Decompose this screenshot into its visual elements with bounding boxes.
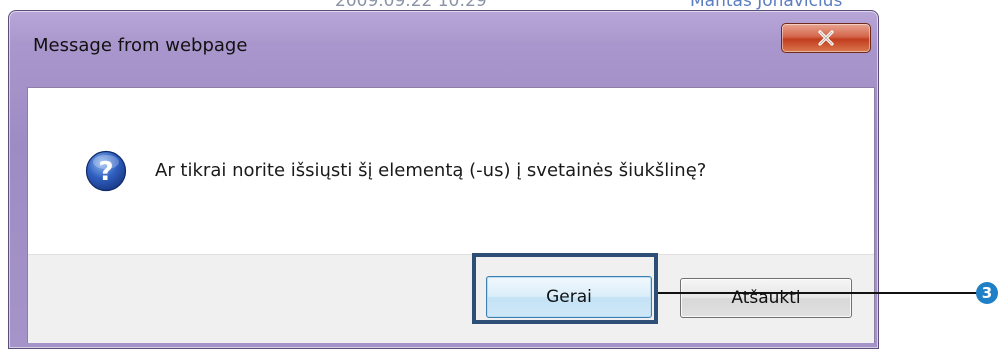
close-button[interactable] [781,23,871,53]
question-icon: ? [85,150,127,192]
dialog-client-area: ? Ar tikrai norite išsiųsti šį elementą … [27,87,875,343]
close-icon [818,30,834,46]
svg-text:?: ? [98,157,113,187]
button-bar: Gerai Atšaukti [28,254,874,343]
callout-number-badge: 3 [976,282,998,304]
message-dialog: Message from webpage ? Ar tikrai norite … [8,10,879,349]
message-area: ? Ar tikrai norite išsiųsti šį elementą … [28,88,874,254]
dialog-title: Message from webpage [33,35,248,56]
confirmation-message: Ar tikrai norite išsiųsti šį elementą (-… [155,160,707,181]
callout-highlight-box [472,253,658,324]
callout-leader-line [658,292,978,294]
cancel-button[interactable]: Atšaukti [680,278,852,318]
